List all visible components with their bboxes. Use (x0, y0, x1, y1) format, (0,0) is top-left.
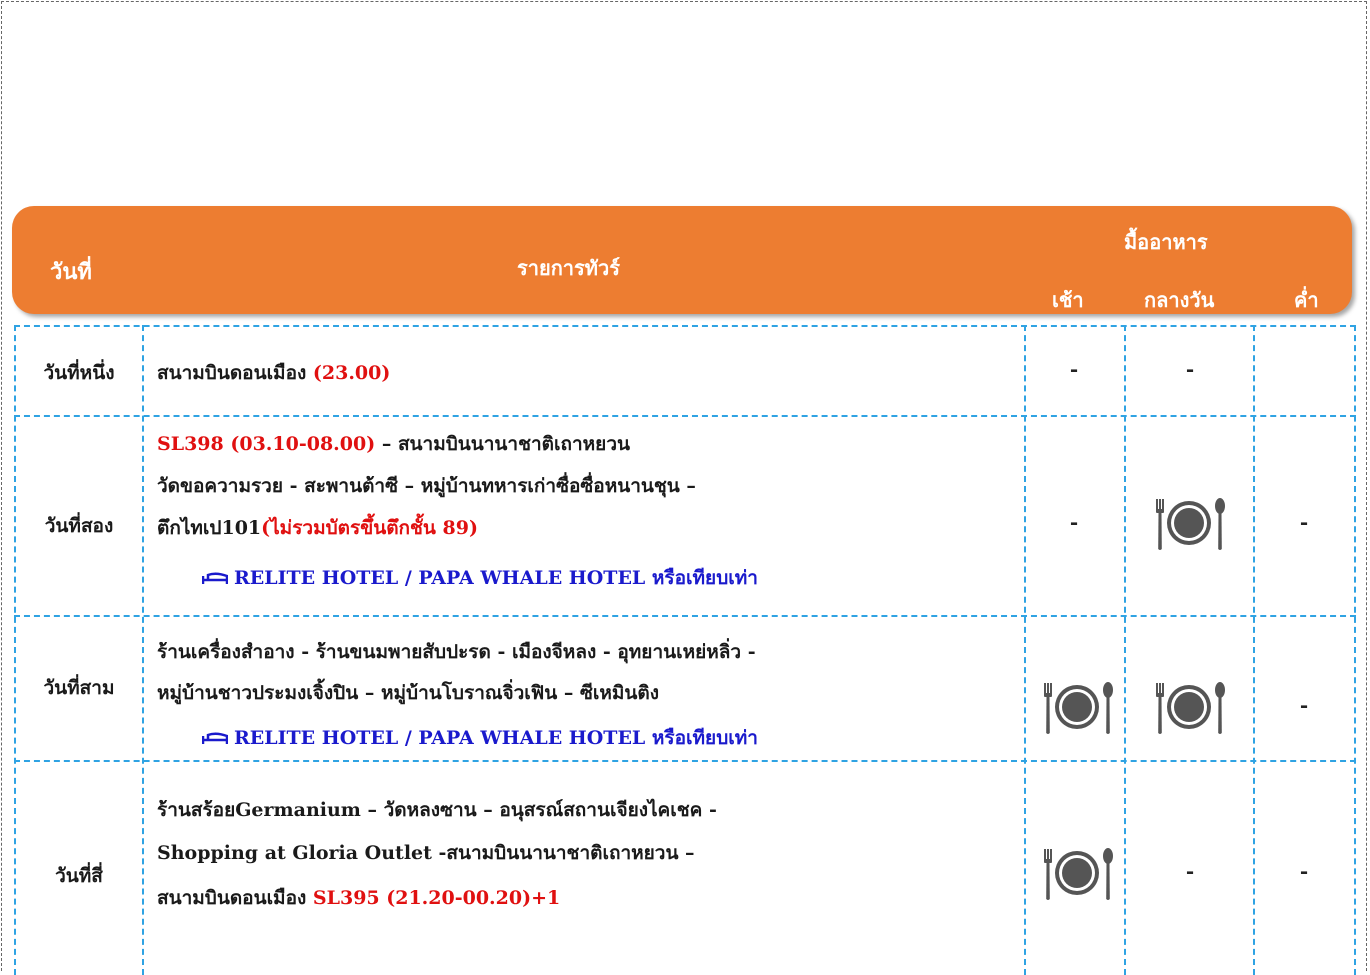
dinner-column-header: ค่ำ (1294, 288, 1319, 312)
column-divider (1124, 325, 1126, 975)
row-divider (14, 760, 1356, 762)
program-line: สนามบินดอนเมือง SL395 (21.20-00.20)+1 (157, 887, 561, 909)
hotel-line: RELITE HOTEL / PAPA WHALE HOTEL หรือเทีย… (201, 563, 758, 593)
day-column-header: วันที่ (50, 259, 92, 285)
column-divider (1253, 325, 1255, 975)
column-divider (1354, 325, 1356, 975)
program-line: สนามบินดอนเมือง (23.00) (157, 362, 391, 384)
day-label: วันที่สี่ (55, 865, 103, 887)
program-line: ตึกไทเป101(ไม่รวมบัตรขึ้นตึกชั้น 89) (157, 517, 478, 539)
breakfast-column-header: เช้า (1052, 288, 1084, 312)
plate-cutlery-icon (1154, 677, 1226, 737)
program-line: SL398 (03.10-08.00) – สนามบินนานาชาติเถา… (157, 433, 630, 455)
row-divider (14, 415, 1356, 417)
bed-icon (201, 569, 229, 591)
dinner-value: - (1299, 510, 1309, 534)
program-line: ร้านเครื่องสำอาง - ร้านขนมพายสับปะรด - เ… (157, 641, 756, 663)
hotel-line: RELITE HOTEL / PAPA WHALE HOTEL หรือเทีย… (201, 723, 758, 753)
column-divider (1024, 325, 1026, 975)
program-line: วัดขอความรวย - สะพานต้าซี – หมู่บ้านทหาร… (157, 475, 696, 497)
program-line: ร้านสร้อยGermanium – วัดหลงซาน – อนุสรณ์… (157, 799, 717, 821)
lunch-column-header: กลางวัน (1144, 288, 1215, 312)
row-divider (14, 325, 1356, 327)
lunch-value: - (1185, 357, 1195, 381)
program-line: หมู่บ้านชาวประมงเจิ้งปิน – หมู่บ้านโบราณ… (157, 682, 659, 704)
day-label: วันที่สอง (44, 515, 114, 537)
breakfast-value: - (1069, 510, 1079, 534)
program-column-header: รายการทัวร์ (517, 256, 620, 280)
lunch-value: - (1185, 859, 1195, 883)
meals-column-header: มื้ออาหาร (1124, 230, 1208, 254)
dinner-value: - (1299, 859, 1309, 883)
table-header: วันที่ รายการทัวร์ มื้ออาหาร เช้า กลางวั… (12, 206, 1352, 314)
plate-cutlery-icon (1154, 493, 1226, 553)
dinner-value: - (1299, 693, 1309, 717)
row-divider (14, 615, 1356, 617)
day-label: วันที่สาม (43, 677, 115, 699)
bed-icon (201, 729, 229, 751)
itinerary-table: วันที่หนึ่ง สนามบินดอนเมือง (23.00) - - … (14, 325, 1356, 975)
plate-cutlery-icon (1042, 677, 1114, 737)
plate-cutlery-icon (1042, 843, 1114, 903)
breakfast-value: - (1069, 357, 1079, 381)
day-label: วันที่หนึ่ง (43, 362, 115, 384)
program-line: Shopping at Gloria Outlet -สนามบินนานาชา… (157, 842, 695, 864)
